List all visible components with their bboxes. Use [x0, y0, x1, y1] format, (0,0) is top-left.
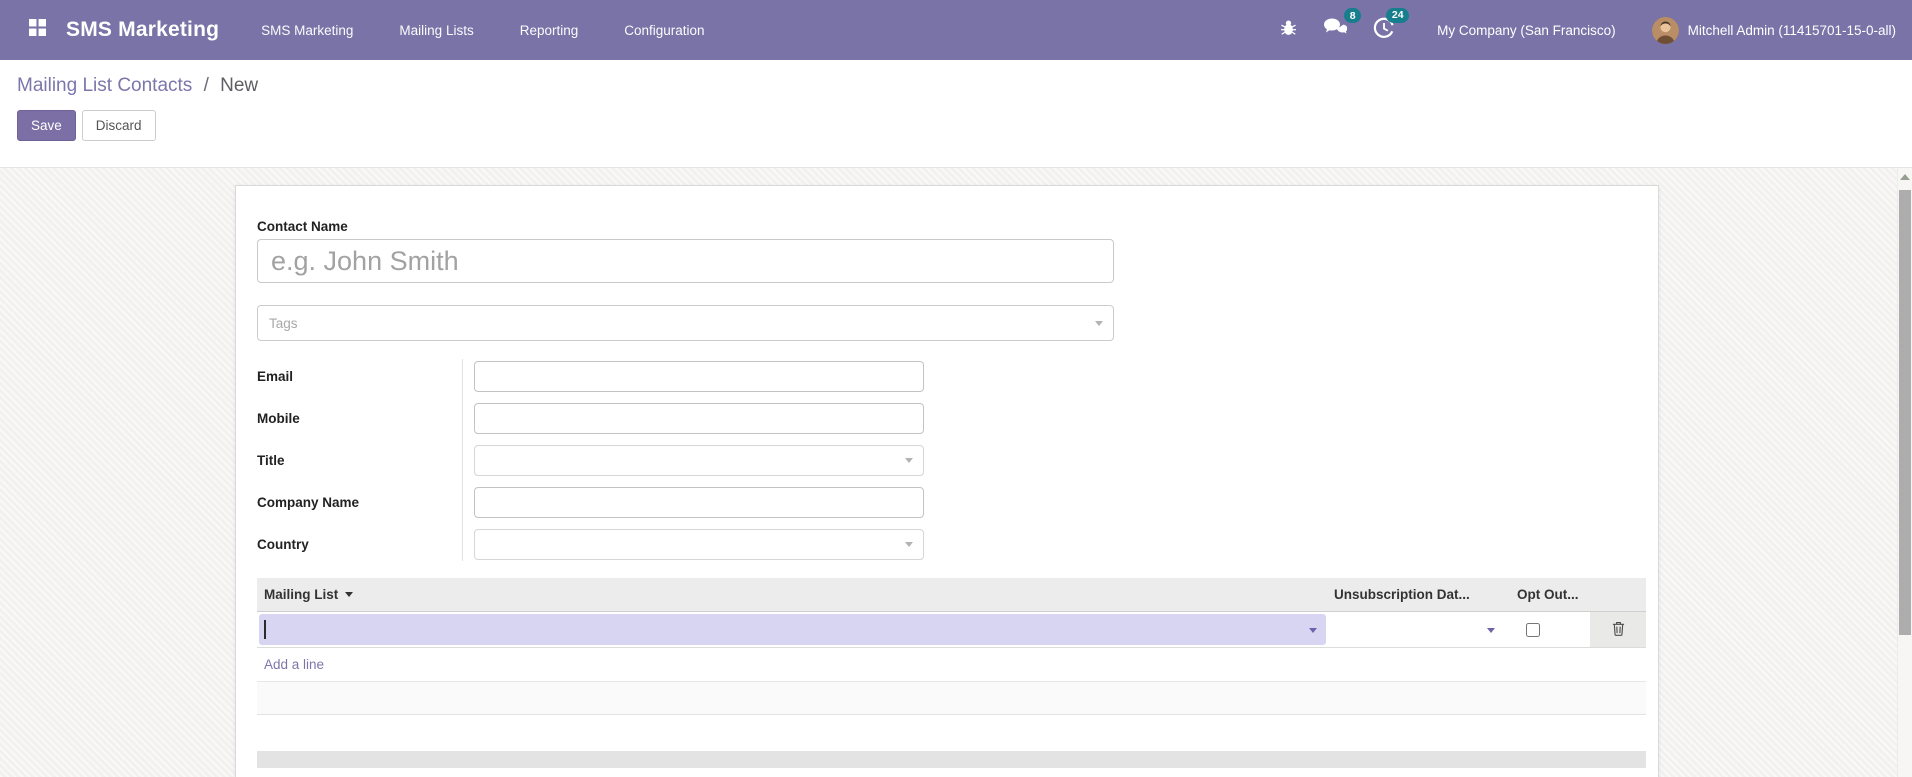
contact-name-label: Contact Name	[257, 219, 348, 234]
title-caret-down-icon[interactable]	[905, 458, 913, 463]
mailing-list-cell	[257, 612, 1334, 647]
debug-menu-button[interactable]	[1280, 19, 1297, 42]
user-name: Mitchell Admin (11415701-15-0-all)	[1687, 22, 1896, 38]
empty-table-row	[257, 682, 1646, 715]
field-row-country: Country	[257, 523, 1177, 565]
navbar-right: 8 24 My Company (San Francisco) Mitchell…	[1254, 7, 1896, 44]
avatar	[1651, 16, 1679, 44]
opt-out-cell	[1517, 612, 1590, 647]
opt-out-checkbox[interactable]	[1526, 622, 1540, 637]
mailing-list-header-label: Mailing List	[264, 587, 339, 602]
email-label: Email	[257, 368, 294, 384]
table-edit-row	[257, 612, 1646, 648]
vertical-scrollbar[interactable]	[1897, 168, 1912, 777]
field-row-company-name: Company Name	[257, 481, 1177, 523]
save-button[interactable]: Save	[17, 110, 76, 141]
control-panel-buttons: Save Discard	[17, 110, 1912, 141]
unsubscription-date-caret-down-icon[interactable]	[1487, 627, 1495, 633]
mailing-list-table: Mailing List Unsubscription Dat... Opt O…	[257, 578, 1646, 751]
menu-sms-marketing[interactable]: SMS Marketing	[261, 23, 353, 38]
mailing-list-input[interactable]	[259, 614, 1326, 645]
mobile-label: Mobile	[257, 410, 300, 426]
field-row-mobile: Mobile	[257, 397, 1177, 439]
country-caret-down-icon[interactable]	[905, 542, 913, 547]
menu-mailing-lists[interactable]: Mailing Lists	[399, 23, 473, 38]
company-switcher[interactable]: My Company (San Francisco)	[1437, 23, 1616, 38]
column-header-mailing-list[interactable]: Mailing List	[257, 587, 1334, 602]
messages-count-badge: 8	[1344, 8, 1362, 23]
table-bottom-space	[257, 715, 1646, 751]
unsubscription-date-cell[interactable]	[1334, 612, 1517, 647]
contact-name-input[interactable]	[257, 239, 1114, 283]
main-menu: SMS Marketing Mailing Lists Reporting Co…	[261, 23, 750, 38]
email-input[interactable]	[474, 360, 924, 392]
breadcrumb-current: New	[220, 75, 259, 96]
trash-icon	[1612, 621, 1625, 639]
menu-configuration[interactable]: Configuration	[624, 23, 704, 38]
column-header-opt-out[interactable]: Opt Out...	[1517, 587, 1590, 602]
country-select[interactable]	[474, 528, 924, 560]
add-a-line-link[interactable]: Add a line	[257, 657, 324, 672]
apps-menu-button[interactable]	[20, 13, 54, 47]
mobile-input[interactable]	[474, 402, 924, 434]
title-label: Title	[257, 452, 285, 468]
messages-menu-button[interactable]: 8	[1323, 8, 1362, 43]
activities-count-badge: 24	[1386, 7, 1410, 23]
field-row-title: Title	[257, 439, 1177, 481]
discard-button[interactable]: Discard	[81, 110, 156, 141]
app-name[interactable]: SMS Marketing	[66, 18, 219, 42]
country-label: Country	[257, 536, 309, 552]
breadcrumb-separator: /	[203, 75, 209, 96]
column-header-unsubscription-date[interactable]: Unsubscription Dat...	[1334, 587, 1517, 602]
apps-grid-icon	[28, 19, 46, 41]
form-sheet: Contact Name Email Mobile Title	[235, 185, 1659, 777]
tags-input[interactable]	[257, 305, 1114, 341]
odoo-window: SMS Marketing SMS Marketing Mailing List…	[0, 0, 1912, 777]
field-row-email: Email	[257, 355, 1177, 397]
add-line-row: Add a line	[257, 648, 1646, 682]
table-header-row: Mailing List Unsubscription Dat... Opt O…	[257, 578, 1646, 612]
title-select[interactable]	[474, 444, 924, 476]
company-name-input[interactable]	[474, 486, 924, 518]
top-navbar: SMS Marketing SMS Marketing Mailing List…	[0, 0, 1912, 60]
mailing-list-caret-down-icon[interactable]	[1309, 627, 1317, 633]
sort-caret-down-icon	[345, 592, 354, 597]
form-field-group: Email Mobile Title Company Name Country	[257, 355, 1177, 565]
mailing-list-combobox[interactable]	[259, 614, 1326, 645]
tags-field	[257, 305, 1114, 341]
section-divider	[257, 751, 1646, 768]
breadcrumb-parent-link[interactable]: Mailing List Contacts	[17, 75, 192, 96]
menu-reporting[interactable]: Reporting	[520, 23, 579, 38]
chat-icon	[1323, 17, 1348, 43]
navbar-left: SMS Marketing SMS Marketing Mailing List…	[16, 13, 751, 47]
delete-row-button[interactable]	[1590, 612, 1646, 647]
breadcrumb: Mailing List Contacts / New	[17, 75, 1912, 97]
content-area: Contact Name Email Mobile Title	[0, 168, 1912, 777]
tags-caret-down-icon[interactable]	[1095, 321, 1103, 326]
user-menu-button[interactable]: Mitchell Admin (11415701-15-0-all)	[1651, 16, 1896, 44]
control-panel: Mailing List Contacts / New Save Discard	[0, 60, 1912, 168]
company-name-label: Company Name	[257, 494, 360, 510]
activities-menu-button[interactable]: 24	[1373, 7, 1410, 44]
bug-icon	[1280, 19, 1297, 42]
scroll-up-arrow-icon[interactable]	[1900, 174, 1910, 180]
scrollbar-thumb[interactable]	[1899, 190, 1911, 635]
